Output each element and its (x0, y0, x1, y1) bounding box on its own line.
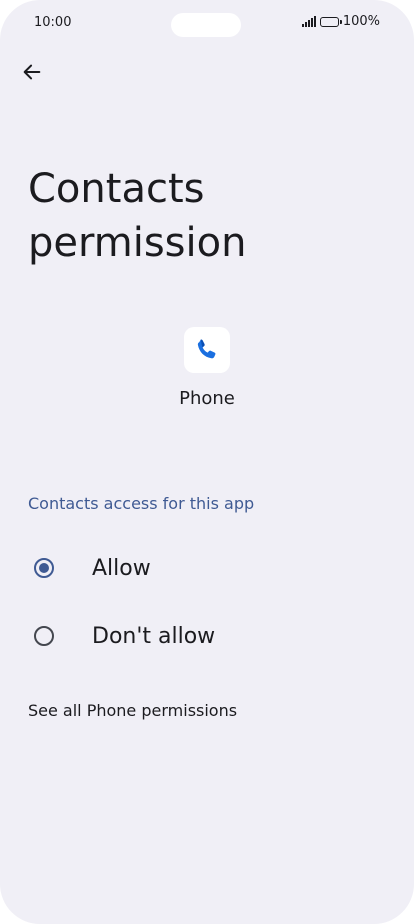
allow-option[interactable]: Allow (20, 540, 394, 596)
allow-label: Allow (92, 555, 151, 581)
battery-icon (319, 16, 342, 27)
arrow-left-icon (23, 64, 41, 80)
section-header: Contacts access for this app (28, 494, 255, 513)
back-button[interactable] (14, 54, 50, 90)
app-name: Phone (179, 388, 235, 409)
signal-icon (301, 16, 316, 27)
page-title: Contacts permission (28, 166, 247, 266)
status-icons: 100% (301, 14, 380, 29)
status-bar: 10:00 100% (0, 0, 414, 46)
phone-screen: 10:00 100% Contacts permission Phone Con… (0, 0, 414, 924)
dont-allow-label: Don't allow (92, 623, 216, 649)
camera-cutout (171, 13, 241, 37)
dont-allow-option[interactable]: Don't allow (20, 608, 394, 664)
app-icon (184, 327, 230, 373)
battery-percentage: 100% (342, 14, 380, 29)
status-time: 10:00 (34, 15, 72, 30)
see-all-permissions-link[interactable]: See all Phone permissions (28, 701, 237, 720)
allow-radio[interactable] (34, 558, 54, 578)
dont-allow-radio[interactable] (34, 626, 54, 646)
phone-handset-icon (197, 339, 216, 359)
